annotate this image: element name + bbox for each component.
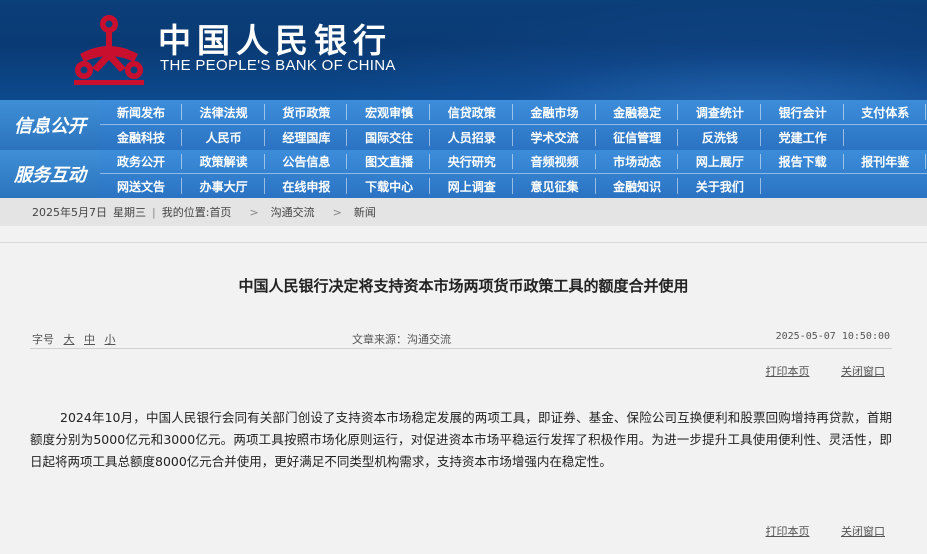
nav-item[interactable]: 音频视频 — [514, 150, 596, 173]
breadcrumb-level2-link[interactable]: 新闻 — [354, 204, 376, 220]
nav-item[interactable]: 银行会计 — [762, 100, 844, 124]
breadcrumb-separator: > — [249, 205, 259, 219]
article-title: 中国人民银行决定将支持资本市场两项货币政策工具的额度合并使用 — [238, 277, 689, 295]
breadcrumb-level1-link[interactable]: 沟通交流 — [271, 204, 315, 220]
breadcrumb-bar: 2025年5月7日 星期三 | 我的位置: 首页 > 沟通交流 > 新闻 — [0, 198, 927, 226]
font-small-link[interactable]: 小 — [105, 333, 116, 346]
nav-item[interactable]: 反洗钱 — [679, 125, 761, 150]
article-body: 2024年10月，中国人民银行会同有关部门创设了支持资本市场稳定发展的两项工具，… — [30, 410, 892, 469]
nav-row-2: 金融科技 人民币 经理国库 国际交往 人员招录 学术交流 征信管理 反洗钱 党建工作 — [100, 125, 927, 150]
article-actions-bottom: 打印本页 关闭窗口 — [738, 523, 886, 539]
nav-item[interactable]: 网上展厅 — [679, 150, 761, 173]
current-date: 2025年5月7日 — [32, 206, 107, 219]
nav-section-label-info: 信息公开 — [0, 100, 100, 150]
nav-item[interactable]: 网上调查 — [431, 174, 513, 198]
nav-section-label-service: 服务互动 — [0, 150, 100, 198]
site-title-en: THE PEOPLE'S BANK OF CHINA — [160, 57, 396, 74]
nav-row-4: 网送文告 办事大厅 在线申报 下载中心 网上调查 意见征集 金融知识 关于我们 — [100, 174, 927, 198]
nav-row-1: 新闻发布 法律法规 货币政策 宏观审慎 信贷政策 金融市场 金融稳定 调查统计 银行会计 支付体系 — [100, 100, 927, 125]
article-meta-bar: 字号 大 中 小 文章来源：沟通交流 2025-05-07 10:50:00 — [30, 327, 892, 349]
nav-item[interactable]: 公告信息 — [265, 150, 348, 173]
font-medium-link[interactable]: 中 — [84, 333, 95, 346]
nav-item[interactable]: 市场动态 — [596, 150, 679, 173]
nav-row-3: 政务公开 政策解读 公告信息 图文直播 央行研究 音频视频 市场动态 网上展厅 报告下载 报刊年鉴 — [100, 150, 927, 174]
breadcrumb-divider: | — [152, 205, 156, 219]
nav-item[interactable]: 调查统计 — [679, 100, 761, 124]
breadcrumb-location-label: 我的位置: — [161, 206, 210, 219]
nav-item[interactable]: 党建工作 — [762, 125, 844, 150]
current-weekday: 星期三 — [113, 206, 146, 219]
nav-item[interactable]: 办事大厅 — [183, 174, 265, 198]
nav-item[interactable]: 图文直播 — [348, 150, 431, 173]
breadcrumb-separator: > — [332, 205, 342, 219]
nav-item[interactable]: 人员招录 — [431, 125, 513, 150]
nav-item[interactable]: 网送文告 — [100, 174, 182, 198]
nav-info-disclosure: 信息公开 新闻发布 法律法规 货币政策 宏观审慎 信贷政策 金融市场 金融稳定 调查统计 银行会… — [0, 100, 927, 150]
nav-item[interactable]: 人民币 — [183, 125, 265, 150]
nav-grid-service: 政务公开 政策解读 公告信息 图文直播 央行研究 音频视频 市场动态 网上展厅 报告下载 报刊年鉴… — [100, 150, 927, 198]
nav-item[interactable]: 下载中心 — [348, 174, 431, 198]
site-title-cn: 中国人民银行 — [158, 21, 392, 60]
article-actions-top: 打印本页 关闭窗口 — [738, 363, 886, 379]
print-page-link[interactable]: 打印本页 — [766, 365, 810, 378]
nav-item[interactable]: 货币政策 — [265, 100, 348, 124]
nav-item[interactable]: 报告下载 — [762, 150, 844, 173]
nav-item[interactable]: 关于我们 — [679, 174, 761, 198]
nav-item[interactable]: 政策解读 — [183, 150, 265, 173]
font-size-controls: 字号 大 中 小 — [32, 331, 116, 347]
nav-item[interactable]: 学术交流 — [514, 125, 596, 150]
pboc-emblem-icon[interactable] — [72, 10, 146, 86]
nav-grid-info: 新闻发布 法律法规 货币政策 宏观审慎 信贷政策 金融市场 金融稳定 调查统计 银行会计 支付体系… — [100, 100, 927, 150]
nav-item[interactable]: 政务公开 — [100, 150, 182, 173]
nav-item[interactable]: 宏观审慎 — [348, 100, 431, 124]
nav-item[interactable]: 意见征集 — [514, 174, 596, 198]
nav-item[interactable]: 金融市场 — [514, 100, 596, 124]
nav-service-interaction: 服务互动 政务公开 政策解读 公告信息 图文直播 央行研究 音频视频 市场动态 网上展厅 报告下… — [0, 150, 927, 198]
nav-item[interactable]: 支付体系 — [844, 100, 927, 124]
print-page-link[interactable]: 打印本页 — [766, 525, 810, 538]
nav-item[interactable]: 经理国库 — [265, 125, 348, 150]
nav-item[interactable]: 国际交往 — [348, 125, 431, 150]
font-size-label: 字号 — [32, 333, 54, 346]
article-datetime: 2025-05-07 10:50:00 — [775, 331, 890, 342]
close-window-link[interactable]: 关闭窗口 — [841, 365, 885, 378]
nav-item[interactable]: 报刊年鉴 — [844, 150, 927, 173]
close-window-link[interactable]: 关闭窗口 — [841, 525, 885, 538]
nav-item[interactable]: 央行研究 — [431, 150, 513, 173]
nav-item[interactable]: 金融科技 — [100, 125, 182, 150]
nav-item[interactable]: 新闻发布 — [100, 100, 182, 124]
article-container: 中国人民银行决定将支持资本市场两项货币政策工具的额度合并使用 字号 大 中 小 … — [0, 242, 927, 554]
nav-item[interactable]: 征信管理 — [596, 125, 679, 150]
nav-item[interactable]: 法律法规 — [183, 100, 265, 124]
article-source: 文章来源：沟通交流 — [352, 333, 451, 346]
nav-item[interactable]: 信贷政策 — [431, 100, 513, 124]
breadcrumb-home-link[interactable]: 首页 — [209, 204, 231, 220]
nav-item[interactable]: 金融知识 — [596, 174, 679, 198]
nav-item[interactable]: 在线申报 — [265, 174, 348, 198]
font-large-link[interactable]: 大 — [64, 333, 75, 346]
site-header: 中国人民银行 THE PEOPLE'S BANK OF CHINA — [0, 0, 927, 100]
nav-item[interactable]: 金融稳定 — [596, 100, 679, 124]
header-wave-decoration — [300, 0, 927, 100]
